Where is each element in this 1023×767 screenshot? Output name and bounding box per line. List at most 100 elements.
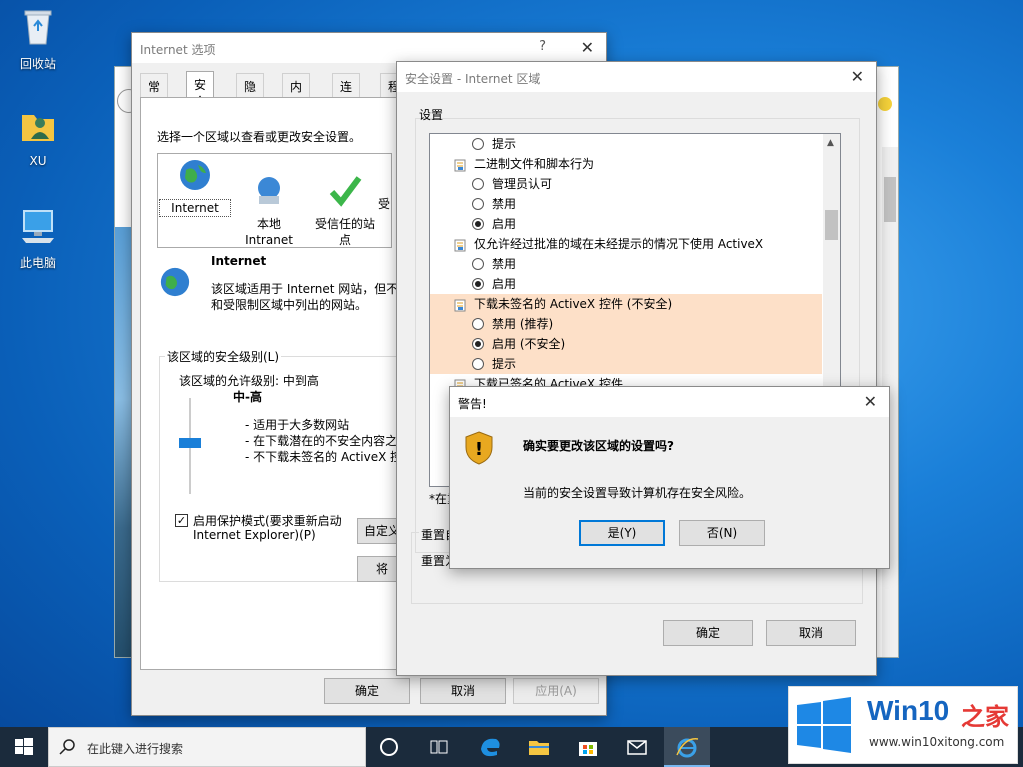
setting-option[interactable]: 启用 [430, 214, 822, 234]
globe-icon [180, 160, 210, 190]
desktop-icon-label: 此电脑 [19, 256, 56, 270]
setting-label: 禁用 (推荐) [492, 317, 554, 331]
search-icon [59, 739, 75, 755]
titlebar: Internet 选项 ? ✕ [132, 33, 606, 63]
setting-category[interactable]: 二进制文件和脚本行为 [430, 154, 822, 174]
level-bullet: - 适用于大多数网站 [245, 418, 350, 432]
setting-option[interactable]: 提示 [430, 354, 822, 374]
setting-label: 禁用 [492, 197, 517, 211]
windows-start-icon[interactable] [12, 735, 36, 759]
windows-logo-icon [797, 697, 851, 753]
setting-label: 下载未签名的 ActiveX 控件 (不安全) [474, 297, 673, 311]
globe-icon [160, 267, 190, 297]
ie-taskbar-button[interactable] [664, 727, 710, 767]
zone-internet[interactable]: Internet [159, 154, 231, 217]
radio-button[interactable] [472, 318, 484, 330]
radio-button[interactable] [472, 178, 484, 190]
settings-page-icon [454, 298, 466, 312]
zone-label: 本地 Intranet [245, 217, 293, 247]
apply-button: 应用(A) [513, 678, 599, 704]
ok-button[interactable]: 确定 [663, 620, 753, 646]
radio-button[interactable] [472, 138, 484, 150]
setting-label: 二进制文件和脚本行为 [474, 157, 595, 171]
task-view-cortana-icon[interactable] [380, 738, 398, 756]
radio-button[interactable] [472, 218, 484, 230]
security-level-slider-thumb[interactable] [179, 438, 201, 448]
search-placeholder: 在此键入进行搜索 [87, 742, 184, 756]
setting-option[interactable]: 禁用 [430, 194, 822, 214]
zone-label: 受信任的站 点 [314, 217, 375, 247]
close-icon[interactable]: ✕ [864, 392, 877, 411]
radio-button[interactable] [472, 338, 484, 350]
radio-button[interactable] [472, 258, 484, 270]
settings-page-icon [454, 238, 466, 252]
close-icon[interactable]: ✕ [851, 67, 864, 86]
scroll-up-icon[interactable]: ▲ [827, 138, 834, 148]
tab-connections[interactable]: 连接 [332, 73, 361, 111]
desktop-icon-label: 回收站 [19, 57, 56, 71]
setting-category[interactable]: 仅允许经过批准的域在未经提示的情况下使用 ActiveX [430, 234, 822, 254]
tab-content[interactable]: 内容 [282, 73, 311, 111]
cancel-button[interactable]: 取消 [766, 620, 856, 646]
tab-privacy[interactable]: 隐私 [236, 73, 265, 111]
level-name: 中-高 [233, 390, 262, 404]
zone-list: Internet 本地 Intranet 受信任的站 点 受 [157, 153, 392, 248]
desktop-icon-label: XU [29, 154, 47, 168]
tab-general[interactable]: 常规 [140, 73, 169, 111]
desktop-icon-user-folder[interactable]: XU [6, 105, 70, 168]
setting-label: 仅允许经过批准的域在未经提示的情况下使用 ActiveX [474, 237, 764, 251]
setting-label: 提示 [492, 357, 517, 371]
zone-description: 该区域适用于 Internet 网站，但不 [211, 282, 399, 296]
zone-label: Internet [159, 199, 231, 217]
intranet-icon [258, 177, 280, 204]
recycle-bin-icon [24, 10, 52, 45]
close-icon[interactable]: ✕ [581, 38, 594, 57]
zone-trusted-sites[interactable]: 受信任的站 点 [310, 154, 380, 264]
store-icon[interactable] [576, 735, 600, 759]
taskbar-search[interactable]: 在此键入进行搜索 [48, 727, 366, 767]
edge-icon[interactable] [478, 735, 502, 759]
tab-security[interactable]: 安全 [186, 71, 215, 109]
file-explorer-icon[interactable] [527, 735, 551, 759]
smiley-icon[interactable] [878, 97, 892, 111]
setting-option[interactable]: 管理员认可 [430, 174, 822, 194]
zone-restricted-sites[interactable]: 受 [376, 154, 392, 212]
warning-detail: 当前的安全设置导致计算机存在安全风险。 [523, 486, 752, 500]
cancel-button[interactable]: 取消 [420, 678, 506, 704]
svg-text:!: ! [475, 439, 483, 460]
window-title: 安全设置 - Internet 区域 [405, 72, 541, 86]
desktop-icon-this-pc[interactable]: 此电脑 [6, 205, 70, 271]
user-folder-icon [22, 115, 54, 141]
ok-button[interactable]: 确定 [324, 678, 410, 704]
setting-option[interactable]: 提示 [430, 134, 822, 154]
desktop-icon-recycle-bin[interactable]: 回收站 [6, 6, 70, 72]
radio-button[interactable] [472, 198, 484, 210]
help-icon[interactable]: ? [539, 39, 546, 54]
setting-label: 提示 [492, 137, 517, 151]
computer-icon [22, 210, 54, 243]
setting-label: 启用 (不安全) [492, 337, 566, 351]
warning-question: 确实要更改该区域的设置吗? [523, 439, 674, 453]
protected-mode-checkbox[interactable]: ✓ [175, 514, 188, 527]
radio-button[interactable] [472, 278, 484, 290]
no-button[interactable]: 否(N) [679, 520, 765, 546]
titlebar: 警告! ✕ [450, 387, 889, 417]
mail-icon[interactable] [625, 735, 649, 759]
setting-option[interactable]: 禁用 (推荐) [430, 314, 822, 334]
security-level-heading: 该区域的安全级别(L) [165, 348, 282, 365]
allowed-level-text: 该区域的允许级别: 中到高 [179, 374, 319, 388]
zone-local-intranet[interactable]: 本地 Intranet [234, 154, 304, 264]
task-view-icon[interactable] [427, 735, 451, 759]
level-bullet: - 不下载未签名的 ActiveX 控 [245, 450, 403, 464]
setting-category[interactable]: 下载未签名的 ActiveX 控件 (不安全) [430, 294, 822, 314]
zone-label: 受 [377, 197, 390, 211]
scrollbar-thumb[interactable] [825, 210, 838, 240]
setting-option[interactable]: 启用 (不安全) [430, 334, 822, 354]
internet-explorer-icon [676, 738, 699, 758]
setting-option[interactable]: 启用 [430, 274, 822, 294]
protected-mode-label: 启用保护模式(要求重新启动 [193, 514, 342, 528]
setting-option[interactable]: 禁用 [430, 254, 822, 274]
radio-button[interactable] [472, 358, 484, 370]
yes-button[interactable]: 是(Y) [579, 520, 665, 546]
watermark-logo: Win10 之家 www.win10xitong.com [788, 686, 1018, 764]
